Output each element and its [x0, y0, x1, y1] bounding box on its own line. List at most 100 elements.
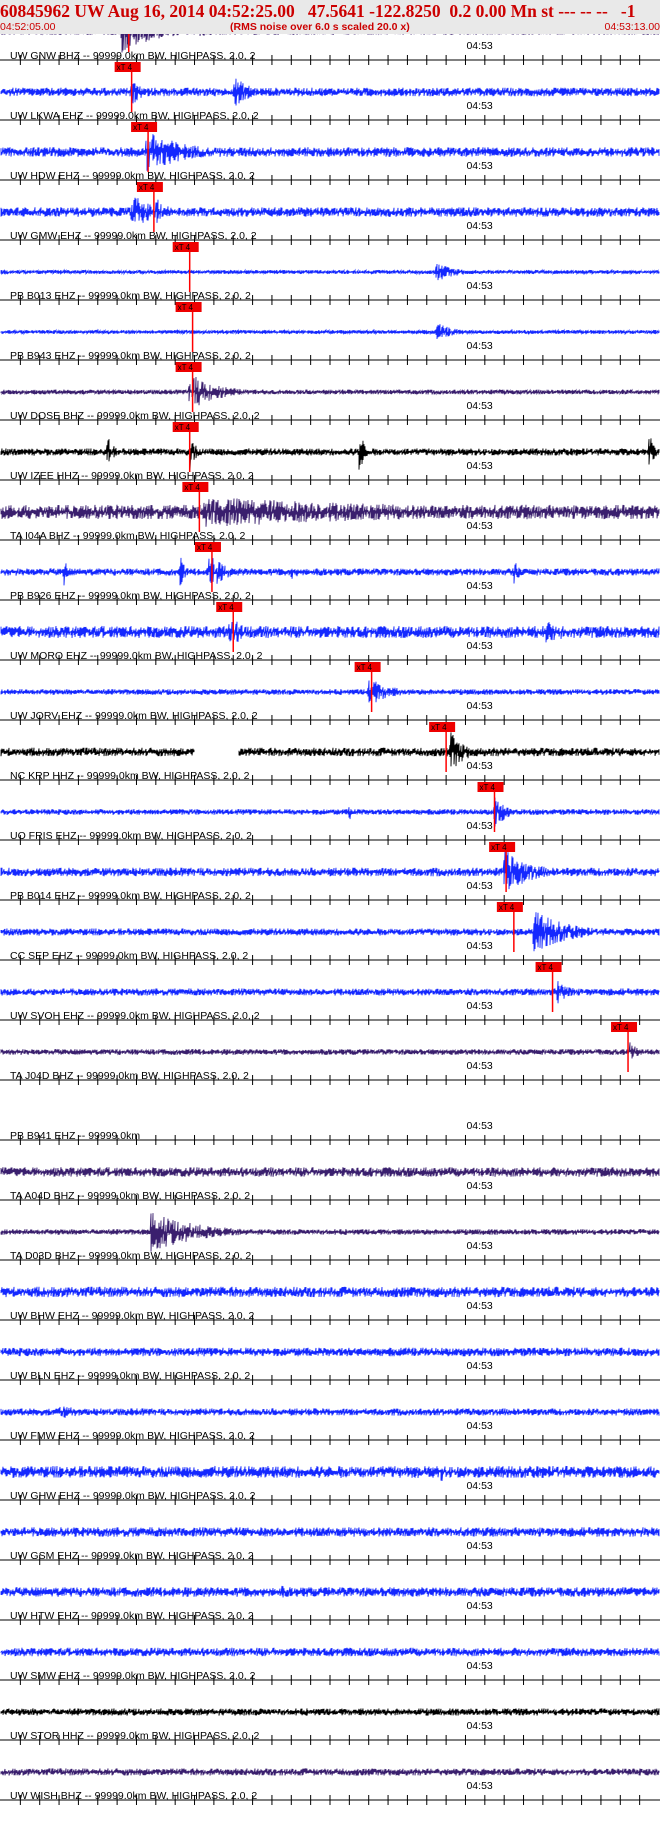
- station-label: UW MORO EHZ -- 99999.0km BW, HIGHPASS, 2…: [10, 650, 263, 662]
- minute-label: 04:53: [466, 760, 492, 772]
- waveform-trace: [0, 438, 660, 470]
- pick-label: xT 4: [117, 63, 133, 72]
- waveform-trace: [0, 1708, 660, 1716]
- station-label: UW IZEE HHZ -- 99999.0km BW, HIGHPASS, 2…: [10, 470, 254, 482]
- waveform-trace: [0, 1042, 660, 1059]
- waveform-trace: [0, 912, 660, 952]
- end-time: 04:53:13.00: [604, 21, 660, 33]
- pick-label: xT 4: [613, 1023, 629, 1032]
- pick-label: xT 4: [499, 903, 515, 912]
- pick-label: xT 4: [491, 843, 507, 852]
- minute-label: 04:53: [466, 1420, 492, 1432]
- station-label: UW SVOH EHZ -- 99999.0km BW, HIGHPASS, 2…: [10, 1010, 260, 1022]
- station-label: UW FMW EHZ -- 99999.0km BW, HIGHPASS, 2.…: [10, 1430, 255, 1442]
- station-label: TA A04D BHZ -- 99999.0km BW, HIGHPASS, 2…: [10, 1190, 250, 1202]
- station-label: TA D03D BHZ -- 99999.0km BW, HIGHPASS, 2…: [10, 1250, 251, 1262]
- minute-label: 04:53: [466, 1060, 492, 1072]
- pick-label: xT 4: [175, 243, 191, 252]
- waveform-trace: [0, 1213, 660, 1252]
- station-label: UW BHW EHZ -- 99999.0km BW, HIGHPASS, 2.…: [10, 1310, 254, 1322]
- station-label: PB B014 EHZ -- 99999.0km BW, HIGHPASS, 2…: [10, 890, 251, 902]
- minute-label: 04:53: [466, 1180, 492, 1192]
- pick-label: xT 4: [431, 723, 447, 732]
- minute-label: 04:53: [466, 40, 492, 52]
- minute-label: 04:53: [466, 820, 492, 832]
- pick-label: xT 4: [480, 783, 496, 792]
- waveform-trace: [0, 1406, 660, 1418]
- minute-label: 04:53: [466, 1480, 492, 1492]
- station-label: PB B013 EHZ -- 99999.0km BW, HIGHPASS, 2…: [10, 290, 251, 302]
- waveform-trace: [0, 797, 660, 827]
- waveform-trace: [0, 1768, 660, 1776]
- minute-label: 04:53: [466, 1300, 492, 1312]
- pick-label: xT 4: [175, 423, 191, 432]
- pick-label: xT 4: [178, 303, 194, 312]
- station-label: UW GMW EHZ -- 99999.0km BW, HIGHPASS, 2.…: [10, 230, 257, 242]
- waveform-trace: [0, 981, 660, 1004]
- station-label: UW LKWA EHZ -- 99999.0km BW, HIGHPASS, 2…: [10, 110, 259, 122]
- pick-label: xT 4: [538, 963, 554, 972]
- minute-label: 04:53: [466, 1540, 492, 1552]
- station-label: UW HTW EHZ -- 99999.0km BW, HIGHPASS, 2.…: [10, 1610, 254, 1622]
- station-label: CC SEP EHZ -- 99999.0km BW, HIGHPASS, 2.…: [10, 950, 248, 962]
- waveform-trace: [0, 1167, 660, 1177]
- waveform-trace: [0, 1527, 660, 1537]
- minute-label: 04:53: [466, 280, 492, 292]
- station-label: PB B943 EHZ -- 99999.0km BW, HIGHPASS, 2…: [10, 350, 251, 362]
- plot-header: 60845962 UW Aug 16, 2014 04:52:25.00 47.…: [0, 0, 660, 34]
- station-label: TA I04A BHZ -- 99999.0km BW, HIGHPASS, 2…: [10, 530, 246, 542]
- station-label: UW GHW EHZ -- 99999.0km BW, HIGHPASS, 2.…: [10, 1490, 256, 1502]
- minute-label: 04:53: [466, 640, 492, 652]
- pick-label: xT 4: [178, 363, 194, 372]
- minute-label: 04:53: [466, 700, 492, 712]
- pick-label: xT 4: [133, 123, 149, 132]
- waveform-trace: [0, 621, 660, 643]
- station-label: UW SMW EHZ -- 99999.0km BW, HIGHPASS, 2.…: [10, 1670, 256, 1682]
- station-label: TA J04D BHZ -- 99999.0km BW, HIGHPASS, 2…: [10, 1070, 249, 1082]
- station-label: UW DOSE BHZ -- 99999.0km BW, HIGHPASS, 2…: [10, 410, 260, 422]
- station-label: UW BLN EHZ -- 99999.0km BW, HIGHPASS, 2.…: [10, 1370, 250, 1382]
- minute-label: 04:53: [466, 1120, 492, 1132]
- minute-label: 04:53: [466, 1240, 492, 1252]
- scale-note: (RMS noise over 6.0 s scaled 20.0 x): [230, 21, 410, 33]
- pick-label: xT 4: [139, 183, 155, 192]
- waveform-trace: [0, 680, 660, 703]
- minute-label: 04:53: [466, 1780, 492, 1792]
- waveform-trace: [0, 1585, 660, 1598]
- waveform-trace: [0, 78, 660, 106]
- station-label: UW HDW EHZ -- 99999.0km BW, HIGHPASS, 2.…: [10, 170, 255, 182]
- station-label: UW GNW BHZ -- 99999.0km BW, HIGHPASS, 2.…: [10, 50, 256, 62]
- waveform-trace: [0, 376, 660, 406]
- waveform-trace: [0, 498, 660, 527]
- minute-label: 04:53: [466, 1660, 492, 1672]
- minute-label: 04:53: [466, 520, 492, 532]
- station-label: UO FRIS EHZ -- 99999.0km BW, HIGHPASS, 2…: [10, 830, 252, 842]
- minute-label: 04:53: [466, 340, 492, 352]
- waveform-trace: [0, 732, 660, 767]
- minute-label: 04:53: [466, 460, 492, 472]
- minute-label: 04:53: [466, 1360, 492, 1372]
- minute-label: 04:53: [466, 1600, 492, 1612]
- waveform-trace: [0, 851, 660, 890]
- minute-label: 04:53: [466, 1000, 492, 1012]
- station-label: NC KRP HHZ -- 99999.0km BW, HIGHPASS, 2.…: [10, 770, 250, 782]
- minute-label: 04:53: [466, 160, 492, 172]
- station-label: UW WISH BHZ -- 99999.0km BW, HIGHPASS, 2…: [10, 1790, 257, 1802]
- pick-label: xT 4: [184, 483, 200, 492]
- minute-label: 04:53: [466, 400, 492, 412]
- waveform-trace: [0, 557, 660, 586]
- minute-label: 04:53: [466, 940, 492, 952]
- minute-label: 04:53: [466, 880, 492, 892]
- waveform-trace: [0, 197, 660, 223]
- waveform-trace: [0, 1465, 660, 1481]
- station-label: UW STOR HHZ -- 99999.0km BW, HIGHPASS, 2…: [10, 1730, 259, 1742]
- waveform-trace: [0, 263, 660, 281]
- minute-label: 04:53: [466, 220, 492, 232]
- seismogram-plot: 04:53 UW GNW BHZ -- 99999.0km BW, HIGHPAS…: [0, 34, 660, 1805]
- minute-label: 04:53: [466, 580, 492, 592]
- waveform-trace: [0, 134, 660, 171]
- waveform-trace: [0, 1286, 660, 1298]
- pick-label: xT 4: [357, 663, 373, 672]
- station-label: UW JORV EHZ -- 99999.0km BW, HIGHPASS, 2…: [10, 710, 258, 722]
- station-label: PB B926 EHZ -- 99999.0km BW, HIGHPASS, 2…: [10, 590, 251, 602]
